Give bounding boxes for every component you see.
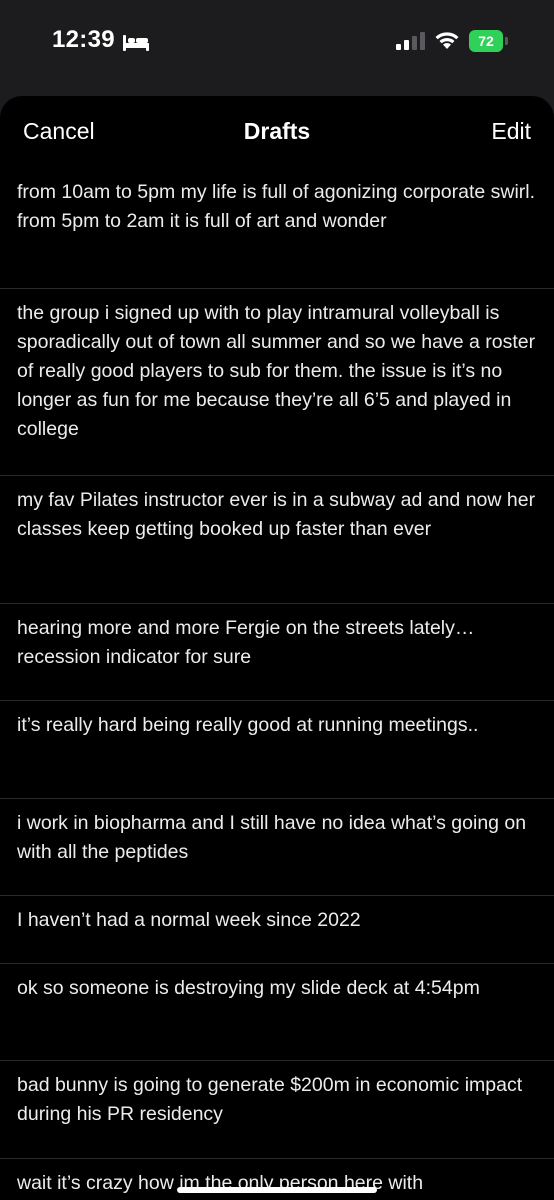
draft-item[interactable]: the group i signed up with to play intra… <box>0 289 554 476</box>
wifi-icon <box>435 32 459 49</box>
status-time: 12:39 <box>52 26 115 53</box>
draft-item[interactable]: ok so someone is destroying my slide dec… <box>0 964 554 1061</box>
draft-item[interactable]: i work in biopharma and I still have no … <box>0 799 554 896</box>
page-title: Drafts <box>243 118 311 144</box>
battery-level: 72 <box>469 30 503 52</box>
edit-button[interactable]: Edit <box>491 118 531 145</box>
drafts-list: from 10am to 5pm my life is full of agon… <box>0 168 554 1200</box>
battery-indicator: 72 <box>469 30 509 52</box>
battery-cap <box>505 37 508 45</box>
draft-item[interactable]: hearing more and more Fergie on the stre… <box>0 604 554 701</box>
draft-item[interactable]: bad bunny is going to generate $200m in … <box>0 1061 554 1159</box>
drafts-sheet: Cancel Drafts Edit from 10am to 5pm my l… <box>0 96 554 1200</box>
nav-bar: Cancel Drafts Edit <box>0 96 554 168</box>
draft-item[interactable]: wait it’s crazy how im the only person h… <box>0 1159 554 1200</box>
status-bar: 12:39 72 <box>0 0 554 90</box>
draft-item[interactable]: I haven’t had a normal week since 2022 <box>0 896 554 964</box>
draft-item[interactable]: it’s really hard being really good at ru… <box>0 701 554 799</box>
draft-item[interactable]: from 10am to 5pm my life is full of agon… <box>0 168 554 289</box>
bed-icon <box>123 35 149 51</box>
home-indicator[interactable] <box>177 1187 377 1193</box>
cellular-signal-icon <box>396 32 425 50</box>
draft-item[interactable]: my fav Pilates instructor ever is in a s… <box>0 476 554 604</box>
